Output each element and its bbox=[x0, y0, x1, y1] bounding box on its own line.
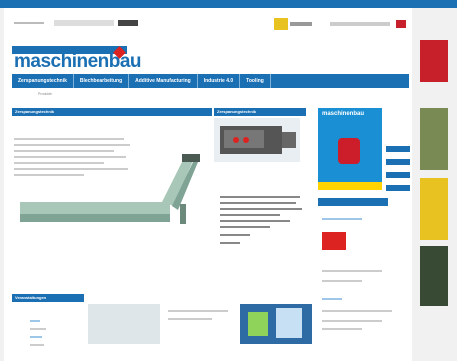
header-ad-right[interactable] bbox=[270, 16, 410, 34]
nav-item-additive-manufacturing[interactable]: Additive Manufacturing bbox=[129, 74, 198, 88]
middle-section-heading: Zerspanungstechnik bbox=[214, 108, 306, 116]
magazine-title: maschinenbau bbox=[322, 111, 365, 117]
magazine-product-image bbox=[338, 138, 360, 164]
red-logo-ad[interactable] bbox=[322, 232, 346, 250]
side-button[interactable] bbox=[386, 146, 410, 152]
magazine-cover[interactable]: maschinenbau bbox=[318, 108, 382, 190]
machine-product-image[interactable] bbox=[214, 118, 300, 162]
main-section-heading: Zerspanungstechnik bbox=[12, 108, 212, 116]
skyscraper-ad-green[interactable] bbox=[420, 108, 448, 170]
nav-item-tooling[interactable]: Tooling bbox=[240, 74, 271, 88]
nav-item-zerspanungstechnik[interactable]: Zerspanungstechnik bbox=[12, 74, 74, 88]
middle-text-block bbox=[220, 196, 304, 254]
top-bar bbox=[0, 0, 457, 8]
magazine-bottom-band bbox=[318, 182, 382, 190]
side-button[interactable] bbox=[386, 159, 410, 165]
nav-item-industrie-4-0[interactable]: Industrie 4.0 bbox=[198, 74, 241, 88]
news-text-1 bbox=[168, 310, 234, 340]
events-section-heading: Veranstaltungen bbox=[12, 294, 84, 302]
skyscraper-ad-dark[interactable] bbox=[420, 246, 448, 306]
main-nav: Zerspanungstechnik Blechbearbeitung Addi… bbox=[12, 74, 409, 88]
events-list bbox=[30, 320, 60, 350]
news-image-2[interactable] bbox=[240, 304, 312, 344]
side-button[interactable] bbox=[386, 185, 410, 191]
header-ad-left[interactable] bbox=[14, 16, 164, 30]
news-image-1[interactable] bbox=[88, 304, 160, 344]
skyscraper-ad-red[interactable] bbox=[420, 40, 448, 82]
skyscraper-ad-yellow[interactable] bbox=[420, 178, 448, 240]
breadcrumb-item[interactable]: Produkte bbox=[38, 92, 52, 98]
breadcrumb: Produkte bbox=[14, 92, 274, 98]
right-section-heading bbox=[318, 198, 388, 206]
right-text-block bbox=[322, 270, 402, 350]
chip-conveyor-image[interactable] bbox=[12, 150, 207, 232]
side-button[interactable] bbox=[386, 172, 410, 178]
site-logo[interactable]: maschinenbau bbox=[12, 46, 142, 72]
nav-item-blechbearbeitung[interactable]: Blechbearbeitung bbox=[74, 74, 130, 88]
right-text-line bbox=[322, 214, 372, 224]
